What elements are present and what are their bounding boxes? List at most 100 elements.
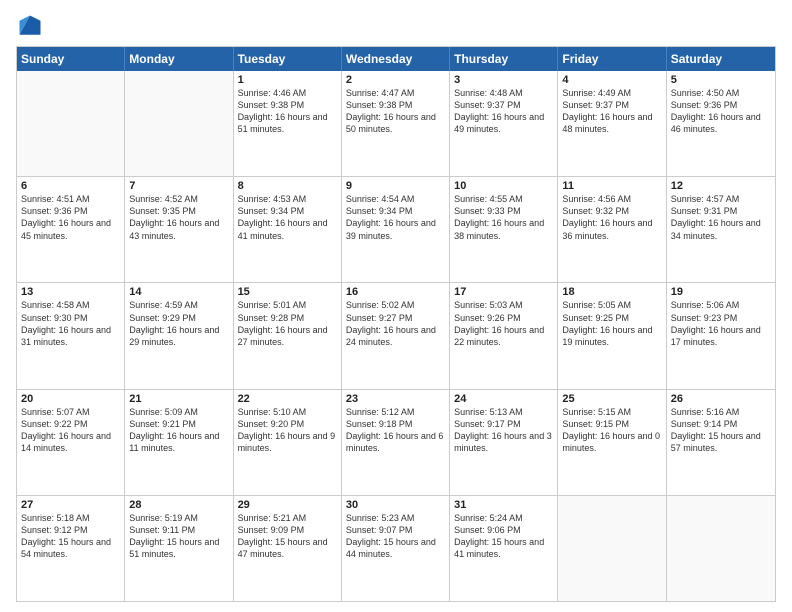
cal-cell: 1Sunrise: 4:46 AM Sunset: 9:38 PM Daylig… [234,71,342,176]
calendar-body: 1Sunrise: 4:46 AM Sunset: 9:38 PM Daylig… [17,71,775,601]
day-number: 1 [238,74,337,86]
cell-info: Sunrise: 5:01 AM Sunset: 9:28 PM Dayligh… [238,299,337,348]
calendar-header: SundayMondayTuesdayWednesdayThursdayFrid… [17,47,775,71]
cal-cell [17,71,125,176]
cell-info: Sunrise: 4:53 AM Sunset: 9:34 PM Dayligh… [238,193,337,242]
day-number: 18 [562,286,661,298]
day-number: 31 [454,499,553,511]
cal-cell: 15Sunrise: 5:01 AM Sunset: 9:28 PM Dayli… [234,283,342,388]
day-number: 30 [346,499,445,511]
cal-cell [667,496,775,601]
cal-cell: 26Sunrise: 5:16 AM Sunset: 9:14 PM Dayli… [667,390,775,495]
day-number: 25 [562,393,661,405]
header-day-monday: Monday [125,47,233,71]
day-number: 20 [21,393,120,405]
cell-info: Sunrise: 4:57 AM Sunset: 9:31 PM Dayligh… [671,193,771,242]
cal-cell: 20Sunrise: 5:07 AM Sunset: 9:22 PM Dayli… [17,390,125,495]
cell-info: Sunrise: 4:58 AM Sunset: 9:30 PM Dayligh… [21,299,120,348]
cell-info: Sunrise: 4:56 AM Sunset: 9:32 PM Dayligh… [562,193,661,242]
page: SundayMondayTuesdayWednesdayThursdayFrid… [0,0,792,612]
day-number: 29 [238,499,337,511]
header-day-wednesday: Wednesday [342,47,450,71]
cell-info: Sunrise: 5:03 AM Sunset: 9:26 PM Dayligh… [454,299,553,348]
cal-cell [125,71,233,176]
cal-cell: 10Sunrise: 4:55 AM Sunset: 9:33 PM Dayli… [450,177,558,282]
day-number: 24 [454,393,553,405]
day-number: 23 [346,393,445,405]
day-number: 12 [671,180,771,192]
cell-info: Sunrise: 5:07 AM Sunset: 9:22 PM Dayligh… [21,406,120,455]
cell-info: Sunrise: 5:02 AM Sunset: 9:27 PM Dayligh… [346,299,445,348]
cell-info: Sunrise: 5:10 AM Sunset: 9:20 PM Dayligh… [238,406,337,455]
day-number: 28 [129,499,228,511]
cal-cell: 19Sunrise: 5:06 AM Sunset: 9:23 PM Dayli… [667,283,775,388]
cal-cell: 16Sunrise: 5:02 AM Sunset: 9:27 PM Dayli… [342,283,450,388]
cal-cell: 23Sunrise: 5:12 AM Sunset: 9:18 PM Dayli… [342,390,450,495]
cal-cell: 2Sunrise: 4:47 AM Sunset: 9:38 PM Daylig… [342,71,450,176]
cal-cell: 5Sunrise: 4:50 AM Sunset: 9:36 PM Daylig… [667,71,775,176]
cal-row-3: 20Sunrise: 5:07 AM Sunset: 9:22 PM Dayli… [17,389,775,495]
day-number: 7 [129,180,228,192]
day-number: 5 [671,74,771,86]
cal-cell [558,496,666,601]
day-number: 14 [129,286,228,298]
cal-row-1: 6Sunrise: 4:51 AM Sunset: 9:36 PM Daylig… [17,176,775,282]
day-number: 8 [238,180,337,192]
day-number: 11 [562,180,661,192]
cal-cell: 7Sunrise: 4:52 AM Sunset: 9:35 PM Daylig… [125,177,233,282]
day-number: 22 [238,393,337,405]
cell-info: Sunrise: 5:15 AM Sunset: 9:15 PM Dayligh… [562,406,661,455]
calendar: SundayMondayTuesdayWednesdayThursdayFrid… [16,46,776,602]
cell-info: Sunrise: 5:09 AM Sunset: 9:21 PM Dayligh… [129,406,228,455]
cal-row-4: 27Sunrise: 5:18 AM Sunset: 9:12 PM Dayli… [17,495,775,601]
cell-info: Sunrise: 4:49 AM Sunset: 9:37 PM Dayligh… [562,87,661,136]
cal-cell: 27Sunrise: 5:18 AM Sunset: 9:12 PM Dayli… [17,496,125,601]
cal-cell: 3Sunrise: 4:48 AM Sunset: 9:37 PM Daylig… [450,71,558,176]
cell-info: Sunrise: 5:23 AM Sunset: 9:07 PM Dayligh… [346,512,445,561]
cal-cell: 11Sunrise: 4:56 AM Sunset: 9:32 PM Dayli… [558,177,666,282]
header-day-friday: Friday [558,47,666,71]
day-number: 9 [346,180,445,192]
day-number: 3 [454,74,553,86]
header [16,12,776,40]
cell-info: Sunrise: 5:13 AM Sunset: 9:17 PM Dayligh… [454,406,553,455]
day-number: 21 [129,393,228,405]
logo-icon [16,12,44,40]
day-number: 27 [21,499,120,511]
cell-info: Sunrise: 4:50 AM Sunset: 9:36 PM Dayligh… [671,87,771,136]
cal-cell: 13Sunrise: 4:58 AM Sunset: 9:30 PM Dayli… [17,283,125,388]
cell-info: Sunrise: 4:51 AM Sunset: 9:36 PM Dayligh… [21,193,120,242]
cell-info: Sunrise: 5:06 AM Sunset: 9:23 PM Dayligh… [671,299,771,348]
cell-info: Sunrise: 4:59 AM Sunset: 9:29 PM Dayligh… [129,299,228,348]
cell-info: Sunrise: 5:21 AM Sunset: 9:09 PM Dayligh… [238,512,337,561]
cell-info: Sunrise: 4:46 AM Sunset: 9:38 PM Dayligh… [238,87,337,136]
cal-cell: 31Sunrise: 5:24 AM Sunset: 9:06 PM Dayli… [450,496,558,601]
cal-cell: 22Sunrise: 5:10 AM Sunset: 9:20 PM Dayli… [234,390,342,495]
cal-cell: 30Sunrise: 5:23 AM Sunset: 9:07 PM Dayli… [342,496,450,601]
header-day-thursday: Thursday [450,47,558,71]
header-day-sunday: Sunday [17,47,125,71]
cal-cell: 17Sunrise: 5:03 AM Sunset: 9:26 PM Dayli… [450,283,558,388]
cell-info: Sunrise: 5:16 AM Sunset: 9:14 PM Dayligh… [671,406,771,455]
day-number: 13 [21,286,120,298]
cal-cell: 24Sunrise: 5:13 AM Sunset: 9:17 PM Dayli… [450,390,558,495]
day-number: 16 [346,286,445,298]
cal-cell: 18Sunrise: 5:05 AM Sunset: 9:25 PM Dayli… [558,283,666,388]
cell-info: Sunrise: 5:18 AM Sunset: 9:12 PM Dayligh… [21,512,120,561]
cell-info: Sunrise: 5:05 AM Sunset: 9:25 PM Dayligh… [562,299,661,348]
cell-info: Sunrise: 5:24 AM Sunset: 9:06 PM Dayligh… [454,512,553,561]
cal-row-2: 13Sunrise: 4:58 AM Sunset: 9:30 PM Dayli… [17,282,775,388]
day-number: 15 [238,286,337,298]
cell-info: Sunrise: 5:19 AM Sunset: 9:11 PM Dayligh… [129,512,228,561]
cal-cell: 12Sunrise: 4:57 AM Sunset: 9:31 PM Dayli… [667,177,775,282]
cal-cell: 14Sunrise: 4:59 AM Sunset: 9:29 PM Dayli… [125,283,233,388]
cal-cell: 29Sunrise: 5:21 AM Sunset: 9:09 PM Dayli… [234,496,342,601]
day-number: 2 [346,74,445,86]
cal-cell: 6Sunrise: 4:51 AM Sunset: 9:36 PM Daylig… [17,177,125,282]
day-number: 17 [454,286,553,298]
day-number: 26 [671,393,771,405]
day-number: 10 [454,180,553,192]
cal-row-0: 1Sunrise: 4:46 AM Sunset: 9:38 PM Daylig… [17,71,775,176]
cell-info: Sunrise: 5:12 AM Sunset: 9:18 PM Dayligh… [346,406,445,455]
cell-info: Sunrise: 4:52 AM Sunset: 9:35 PM Dayligh… [129,193,228,242]
